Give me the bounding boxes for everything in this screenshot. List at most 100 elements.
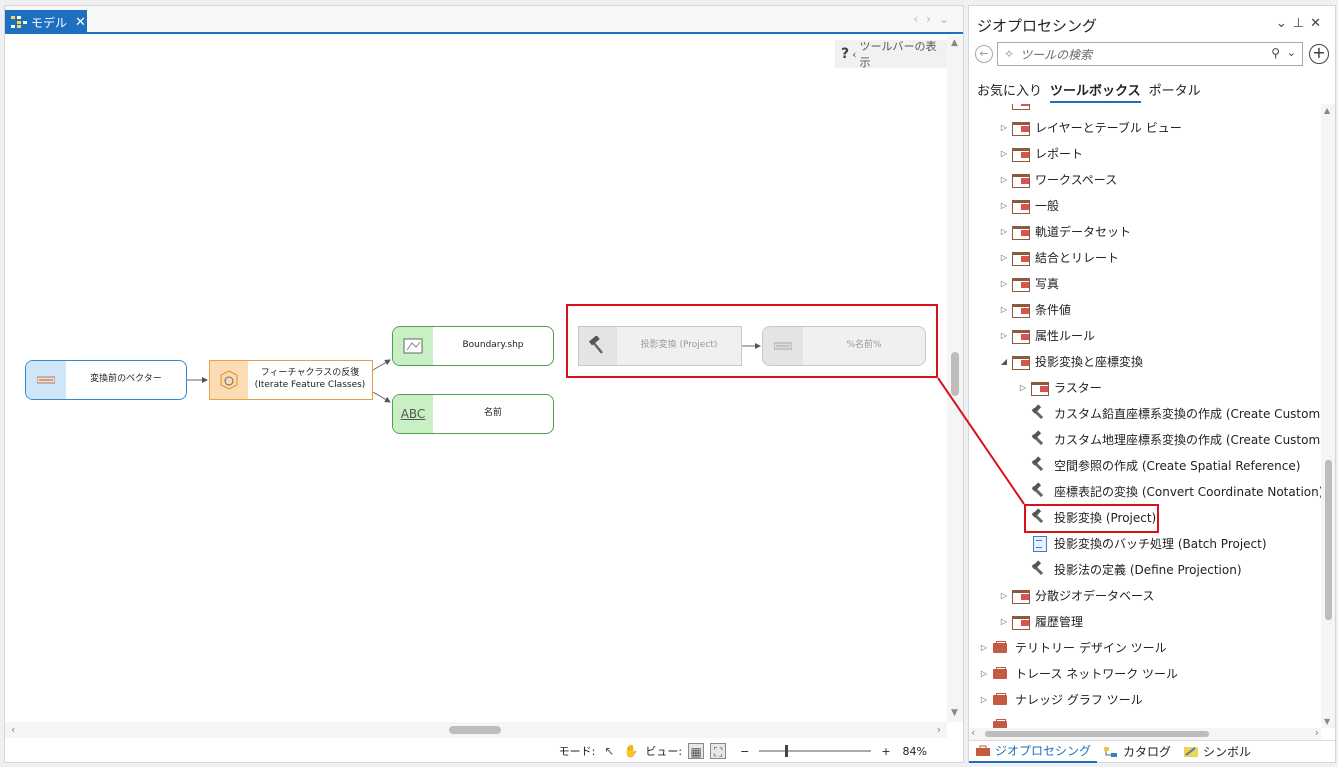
scroll-left-icon[interactable]: ‹: [971, 726, 975, 739]
expand-icon[interactable]: ▷: [977, 669, 991, 678]
expand-icon[interactable]: ▷: [1016, 383, 1030, 392]
chevron-down-icon[interactable]: ⌄: [1287, 46, 1296, 59]
zoom-slider-knob[interactable]: [785, 745, 789, 757]
tab-toolboxes[interactable]: ツールボックス: [1050, 80, 1141, 103]
select-pointer-icon[interactable]: ↖: [601, 743, 617, 759]
boundary-output-node[interactable]: Boundary.shp: [392, 326, 554, 366]
scroll-down-icon[interactable]: ▼: [1324, 717, 1330, 726]
tree-item-toolset[interactable]: ▷ 属性ルール: [997, 322, 1095, 348]
tree-item-toolset[interactable]: ▷ 分散ジオデータベース: [997, 582, 1154, 608]
scroll-right-icon[interactable]: ›: [1315, 726, 1319, 739]
scroll-thumb[interactable]: [951, 352, 959, 396]
add-button[interactable]: +: [1309, 44, 1329, 64]
tree-item-toolset[interactable]: ▷ 条件値: [997, 296, 1071, 322]
project-tool-node[interactable]: 投影変換 (Project): [578, 326, 742, 366]
expand-icon[interactable]: ▷: [997, 331, 1011, 340]
scroll-right-icon[interactable]: ›: [937, 723, 941, 736]
tab-geoprocessing[interactable]: ジオプロセシング: [969, 741, 1098, 763]
name-output-node[interactable]: ABC 名前: [392, 394, 554, 434]
tree-item-toolbox[interactable]: ▷ テリトリー デザイン ツール: [977, 634, 1167, 660]
back-button[interactable]: ←: [975, 45, 993, 63]
tree-horizontal-scrollbar[interactable]: ‹ ›: [969, 726, 1321, 740]
input-variable-label: 変換前のベクター: [90, 374, 162, 385]
tree-item-toolset[interactable]: ▷ レポート: [997, 140, 1083, 166]
tree-item-tool[interactable]: カスタム鉛直座標系変換の作成 (Create Custom Vert: [1016, 400, 1321, 426]
expand-icon[interactable]: ▷: [977, 643, 991, 652]
scroll-down-icon[interactable]: ▼: [951, 708, 958, 718]
tab-symbology-label: シンボル: [1203, 745, 1252, 759]
scroll-thumb[interactable]: [1325, 460, 1332, 620]
toolset-icon: [1011, 120, 1031, 136]
scroll-thumb[interactable]: [449, 726, 501, 734]
canvas-vertical-scrollbar[interactable]: ▲ ▼: [947, 36, 963, 722]
scroll-up-icon[interactable]: ▲: [1324, 106, 1330, 115]
chevron-down-icon[interactable]: ⌄: [939, 12, 957, 26]
expand-icon[interactable]: ▷: [997, 175, 1011, 184]
tool-search-input[interactable]: ✧ ツールの検索 ⚲ ⌄: [997, 42, 1303, 66]
tab-catalog[interactable]: カタログ: [1097, 741, 1177, 763]
zoom-slider[interactable]: [759, 745, 872, 757]
tree-item-tool[interactable]: 座標表記の変換 (Convert Coordinate Notation): [1016, 478, 1321, 504]
tree-item-toolbox[interactable]: ▷ ナレッジ グラフ ツール: [977, 686, 1143, 712]
canvas-horizontal-scrollbar[interactable]: ‹ ›: [5, 722, 947, 738]
expand-icon[interactable]: ▷: [997, 227, 1011, 236]
tree-item-toolbox[interactable]: ▷ トレース ネットワーク ツール: [977, 660, 1178, 686]
tree-item-tool[interactable]: カスタム地理座標系変換の作成 (Create Custom Geo: [1016, 426, 1321, 452]
toolset-icon: [1011, 172, 1031, 188]
toolset-icon: [1011, 614, 1031, 630]
expand-icon[interactable]: ▷: [997, 279, 1011, 288]
tree-item-toolset[interactable]: ▷ レイヤーとテーブル ビュー: [997, 114, 1182, 140]
expand-icon[interactable]: ▷: [997, 149, 1011, 158]
expand-icon[interactable]: ▷: [997, 201, 1011, 210]
symbology-icon: [1183, 746, 1199, 758]
tree-item-tool[interactable]: 投影法の定義 (Define Projection): [1016, 556, 1242, 582]
tree-item-toolset[interactable]: ▷ 写真: [997, 270, 1059, 296]
zoom-out-button[interactable]: −: [740, 745, 749, 758]
tree-item-label: トレース ネットワーク ツール: [1015, 666, 1179, 681]
tree-item-tool-project[interactable]: 投影変換 (Project): [1016, 504, 1156, 530]
close-icon[interactable]: ✕: [75, 15, 86, 30]
zoom-in-button[interactable]: +: [881, 745, 890, 758]
fit-to-window-icon[interactable]: ⛶: [710, 743, 727, 759]
show-toolbar-button[interactable]: ? ‹ ツールバーの表示: [835, 40, 947, 69]
project-output-node[interactable]: %名前%: [762, 326, 926, 366]
chevron-left-icon[interactable]: ‹: [913, 12, 926, 26]
tree-item-toolset[interactable]: ▷ 履歴管理: [997, 608, 1083, 634]
toolbox-tree: ▷ レイヤーとテーブル ビュー ▷ レポート ▷ ワークスペース ▷ 一般 ▷ 軌道データ…: [969, 104, 1321, 728]
close-icon[interactable]: ✕: [1310, 16, 1327, 31]
chevron-right-icon[interactable]: ›: [926, 12, 939, 26]
tab-model[interactable]: モデル ✕: [5, 10, 87, 34]
scroll-left-icon[interactable]: ‹: [11, 723, 15, 736]
tree-item-tool[interactable]: 空間参照の作成 (Create Spatial Reference): [1016, 452, 1300, 478]
expand-icon[interactable]: ▷: [997, 253, 1011, 262]
tree-item-toolset[interactable]: ▷ 軌道データセット: [997, 218, 1131, 244]
input-variable-node[interactable]: 変換前のベクター: [25, 360, 187, 400]
tree-item-toolset[interactable]: ▷ ラスター: [1016, 374, 1102, 400]
collapse-icon[interactable]: ◢: [997, 357, 1011, 366]
expand-icon[interactable]: ▷: [977, 695, 991, 704]
model-canvas[interactable]: ? ‹ ツールバーの表示 変換前のベクター フィーチャクラスの反復 (Itera…: [5, 36, 947, 722]
search-icon[interactable]: ⚲: [1271, 46, 1280, 60]
expand-icon[interactable]: ▷: [997, 305, 1011, 314]
expand-icon[interactable]: ▷: [997, 591, 1011, 600]
tab-favorites[interactable]: お気に入り: [977, 80, 1042, 103]
tree-vertical-scrollbar[interactable]: ▲ ▼: [1321, 104, 1335, 728]
tree-item-toolset[interactable]: ▷ ワークスペース: [997, 166, 1117, 192]
tab-portal[interactable]: ポータル: [1149, 80, 1201, 103]
tab-navigation: ‹›⌄: [913, 12, 957, 26]
tree-item-toolset[interactable]: ▷ 結合とリレート: [997, 244, 1119, 270]
scroll-thumb[interactable]: [985, 731, 1209, 737]
iterator-label: フィーチャクラスの反復 (Iterate Feature Classes): [254, 368, 366, 390]
iterator-node[interactable]: フィーチャクラスの反復 (Iterate Feature Classes): [209, 360, 373, 400]
scroll-up-icon[interactable]: ▲: [951, 38, 958, 48]
tree-item-tool[interactable]: 投影変換のバッチ処理 (Batch Project): [1016, 530, 1267, 556]
expand-icon[interactable]: ▷: [997, 123, 1011, 132]
pan-hand-icon[interactable]: ✋: [623, 743, 639, 759]
pin-icon[interactable]: ⊥: [1293, 16, 1310, 31]
tree-item-toolset[interactable]: ▷ 一般: [997, 192, 1059, 218]
options-dropdown-icon[interactable]: ⌄: [1276, 16, 1293, 31]
expand-icon[interactable]: ▷: [997, 617, 1011, 626]
tab-symbology[interactable]: シンボル: [1177, 741, 1257, 763]
overview-icon[interactable]: ▦: [688, 743, 705, 759]
tree-item-toolset-expanded[interactable]: ◢ 投影変換と座標変換: [997, 348, 1143, 374]
